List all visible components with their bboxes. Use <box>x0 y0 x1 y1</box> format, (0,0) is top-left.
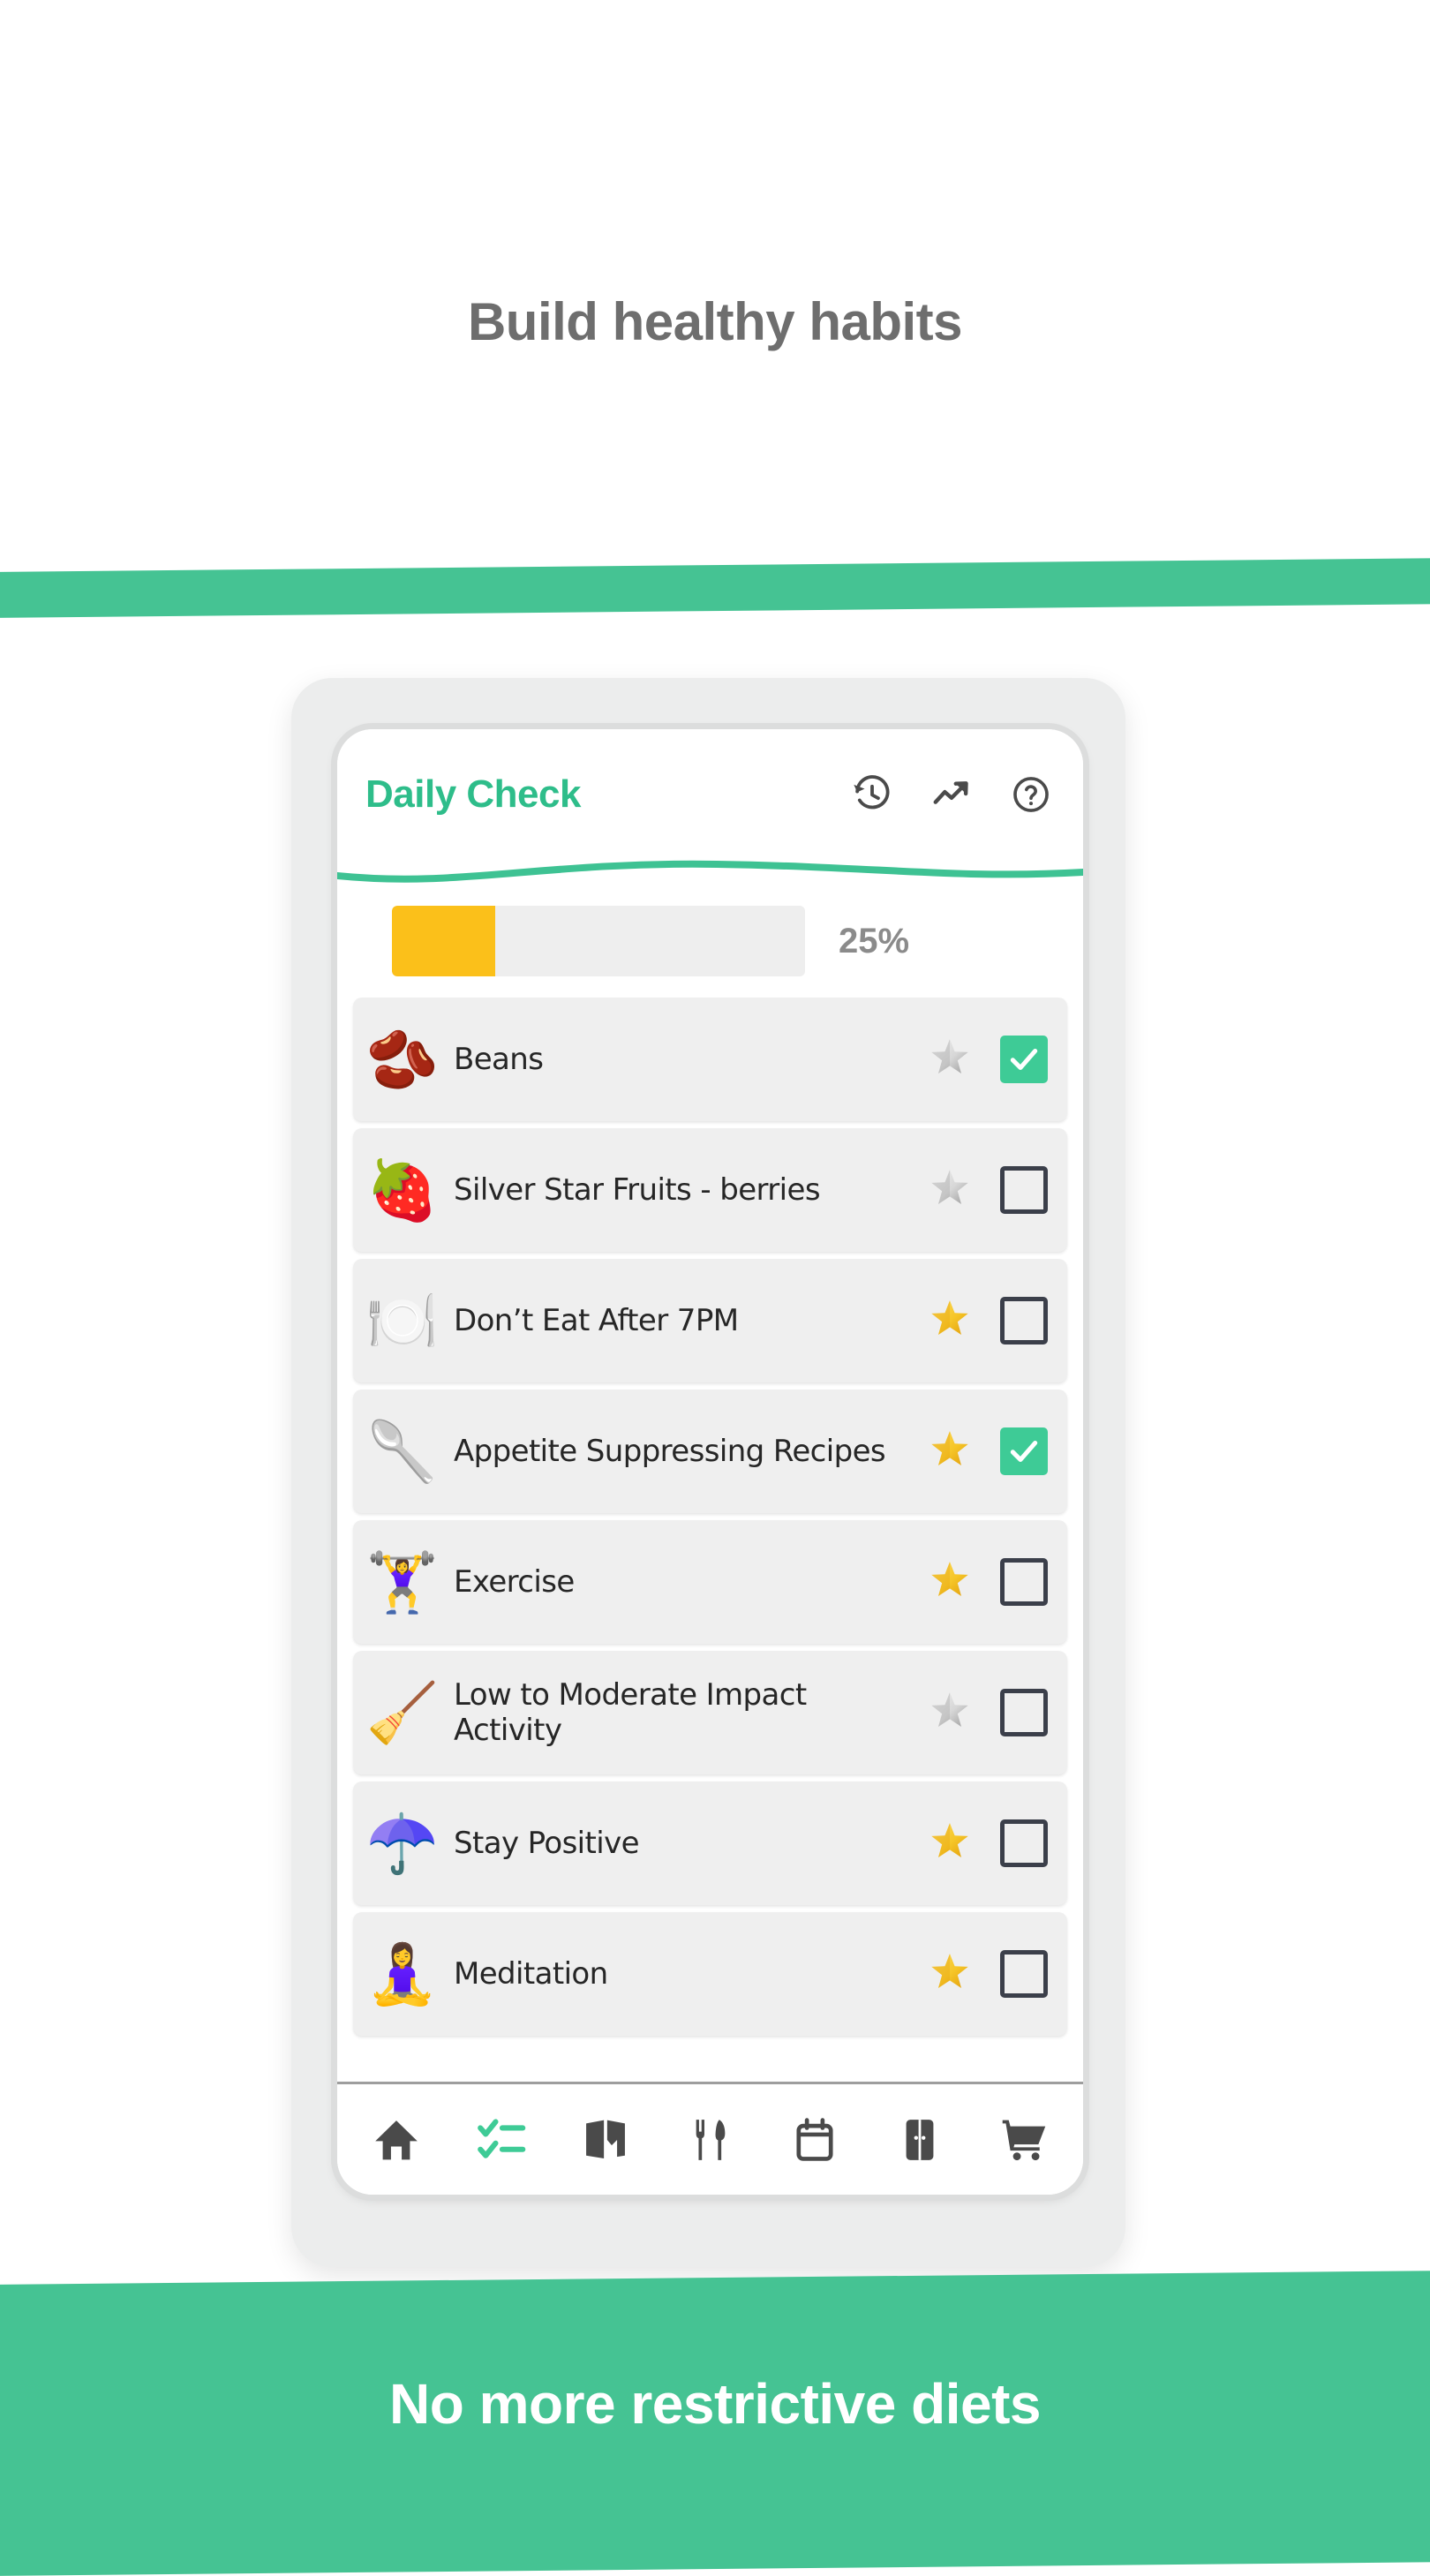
habit-label: Low to Moderate Impact Activity <box>454 1676 807 1748</box>
habit-list: 🫘 Beans 🍓 Silver Star Fruits - berries 🍽️ Don… <box>337 994 1083 2036</box>
habit-label: Silver Star Fruits - berries <box>454 1171 821 1208</box>
gold-star-icon <box>919 1428 981 1475</box>
nav-home-icon[interactable] <box>367 2111 425 2169</box>
nav-calendar-icon[interactable] <box>786 2111 844 2169</box>
habit-checkbox-checked[interactable] <box>1000 1036 1048 1083</box>
habit-label: Appetite Suppressing Recipes <box>454 1433 886 1469</box>
habit-checkbox-unchecked[interactable] <box>1000 1819 1048 1867</box>
habit-label: Stay Positive <box>454 1825 640 1861</box>
habit-row[interactable]: 🍓 Silver Star Fruits - berries <box>353 1128 1067 1252</box>
app-title: Daily Check <box>365 772 581 816</box>
habit-label: Beans <box>454 1041 544 1077</box>
progress-bar-track <box>392 906 805 976</box>
phone-screen: Daily Check 25% 🫘 Beans 🍓 Silver Star Fr… <box>337 729 1083 2195</box>
exercise-icon: 🏋️‍♀️ <box>365 1549 440 1615</box>
bottom-banner-text: No more restrictive diets <box>389 2372 1042 2436</box>
gold-star-icon <box>919 1298 981 1344</box>
low-impact-activity-icon: 🧹 <box>365 1680 440 1745</box>
progress-percent-label: 25% <box>839 921 910 960</box>
stay-positive-icon: ☂️ <box>365 1811 440 1876</box>
habit-checkbox-unchecked[interactable] <box>1000 1950 1048 1998</box>
habit-checkbox-unchecked[interactable] <box>1000 1166 1048 1214</box>
wave-divider <box>337 853 1083 888</box>
habit-row[interactable]: 🥄 Appetite Suppressing Recipes <box>353 1390 1067 1513</box>
habit-label: Exercise <box>454 1563 575 1600</box>
gold-star-icon <box>919 1820 981 1867</box>
habit-row[interactable]: 🫘 Beans <box>353 998 1067 1121</box>
progress-bar-fill <box>392 906 495 976</box>
habit-checkbox-unchecked[interactable] <box>1000 1558 1048 1606</box>
app-header: Daily Check <box>337 729 1083 860</box>
habit-label: Don’t Eat After 7PM <box>454 1302 739 1338</box>
habit-row[interactable]: 🧹 Low to Moderate Impact Activity <box>353 1651 1067 1774</box>
nav-fridge-icon[interactable] <box>891 2111 949 2169</box>
gold-star-icon <box>919 1951 981 1998</box>
nav-checklist-icon[interactable] <box>472 2111 531 2169</box>
top-green-stripe <box>0 557 1430 619</box>
page-title: Build healthy habits <box>467 292 963 351</box>
beans-icon: 🫘 <box>365 1027 440 1092</box>
nav-shopping-cart-icon[interactable] <box>995 2111 1053 2169</box>
bottom-navigation-bar <box>337 2082 1083 2195</box>
habit-row[interactable]: ☂️ Stay Positive <box>353 1781 1067 1905</box>
help-circle-icon[interactable] <box>1011 774 1051 815</box>
meditation-icon: 🧘‍♀️ <box>365 1941 440 2007</box>
nav-book-icon[interactable] <box>576 2111 635 2169</box>
habit-row[interactable]: 🍽️ Don’t Eat After 7PM <box>353 1259 1067 1382</box>
habit-label: Meditation <box>454 1955 608 1992</box>
habit-checkbox-unchecked[interactable] <box>1000 1297 1048 1344</box>
cooking-utensils-icon: 🥄 <box>365 1419 440 1484</box>
progress-area: 25% <box>337 888 1083 994</box>
silver-star-icon <box>919 1036 981 1083</box>
nav-fork-knife-icon[interactable] <box>681 2111 740 2169</box>
berries-icon: 🍓 <box>365 1157 440 1223</box>
silver-star-icon <box>919 1167 981 1214</box>
header-icon-group <box>852 774 1051 815</box>
history-icon[interactable] <box>852 774 892 815</box>
no-eating-after-7pm-icon: 🍽️ <box>365 1288 440 1353</box>
habit-row[interactable]: 🧘‍♀️ Meditation <box>353 1912 1067 2036</box>
trending-up-icon[interactable] <box>931 774 972 815</box>
habit-checkbox-unchecked[interactable] <box>1000 1689 1048 1736</box>
habit-checkbox-checked[interactable] <box>1000 1427 1048 1475</box>
gold-star-icon <box>919 1559 981 1606</box>
habit-row[interactable]: 🏋️‍♀️ Exercise <box>353 1520 1067 1644</box>
silver-star-icon <box>919 1690 981 1736</box>
